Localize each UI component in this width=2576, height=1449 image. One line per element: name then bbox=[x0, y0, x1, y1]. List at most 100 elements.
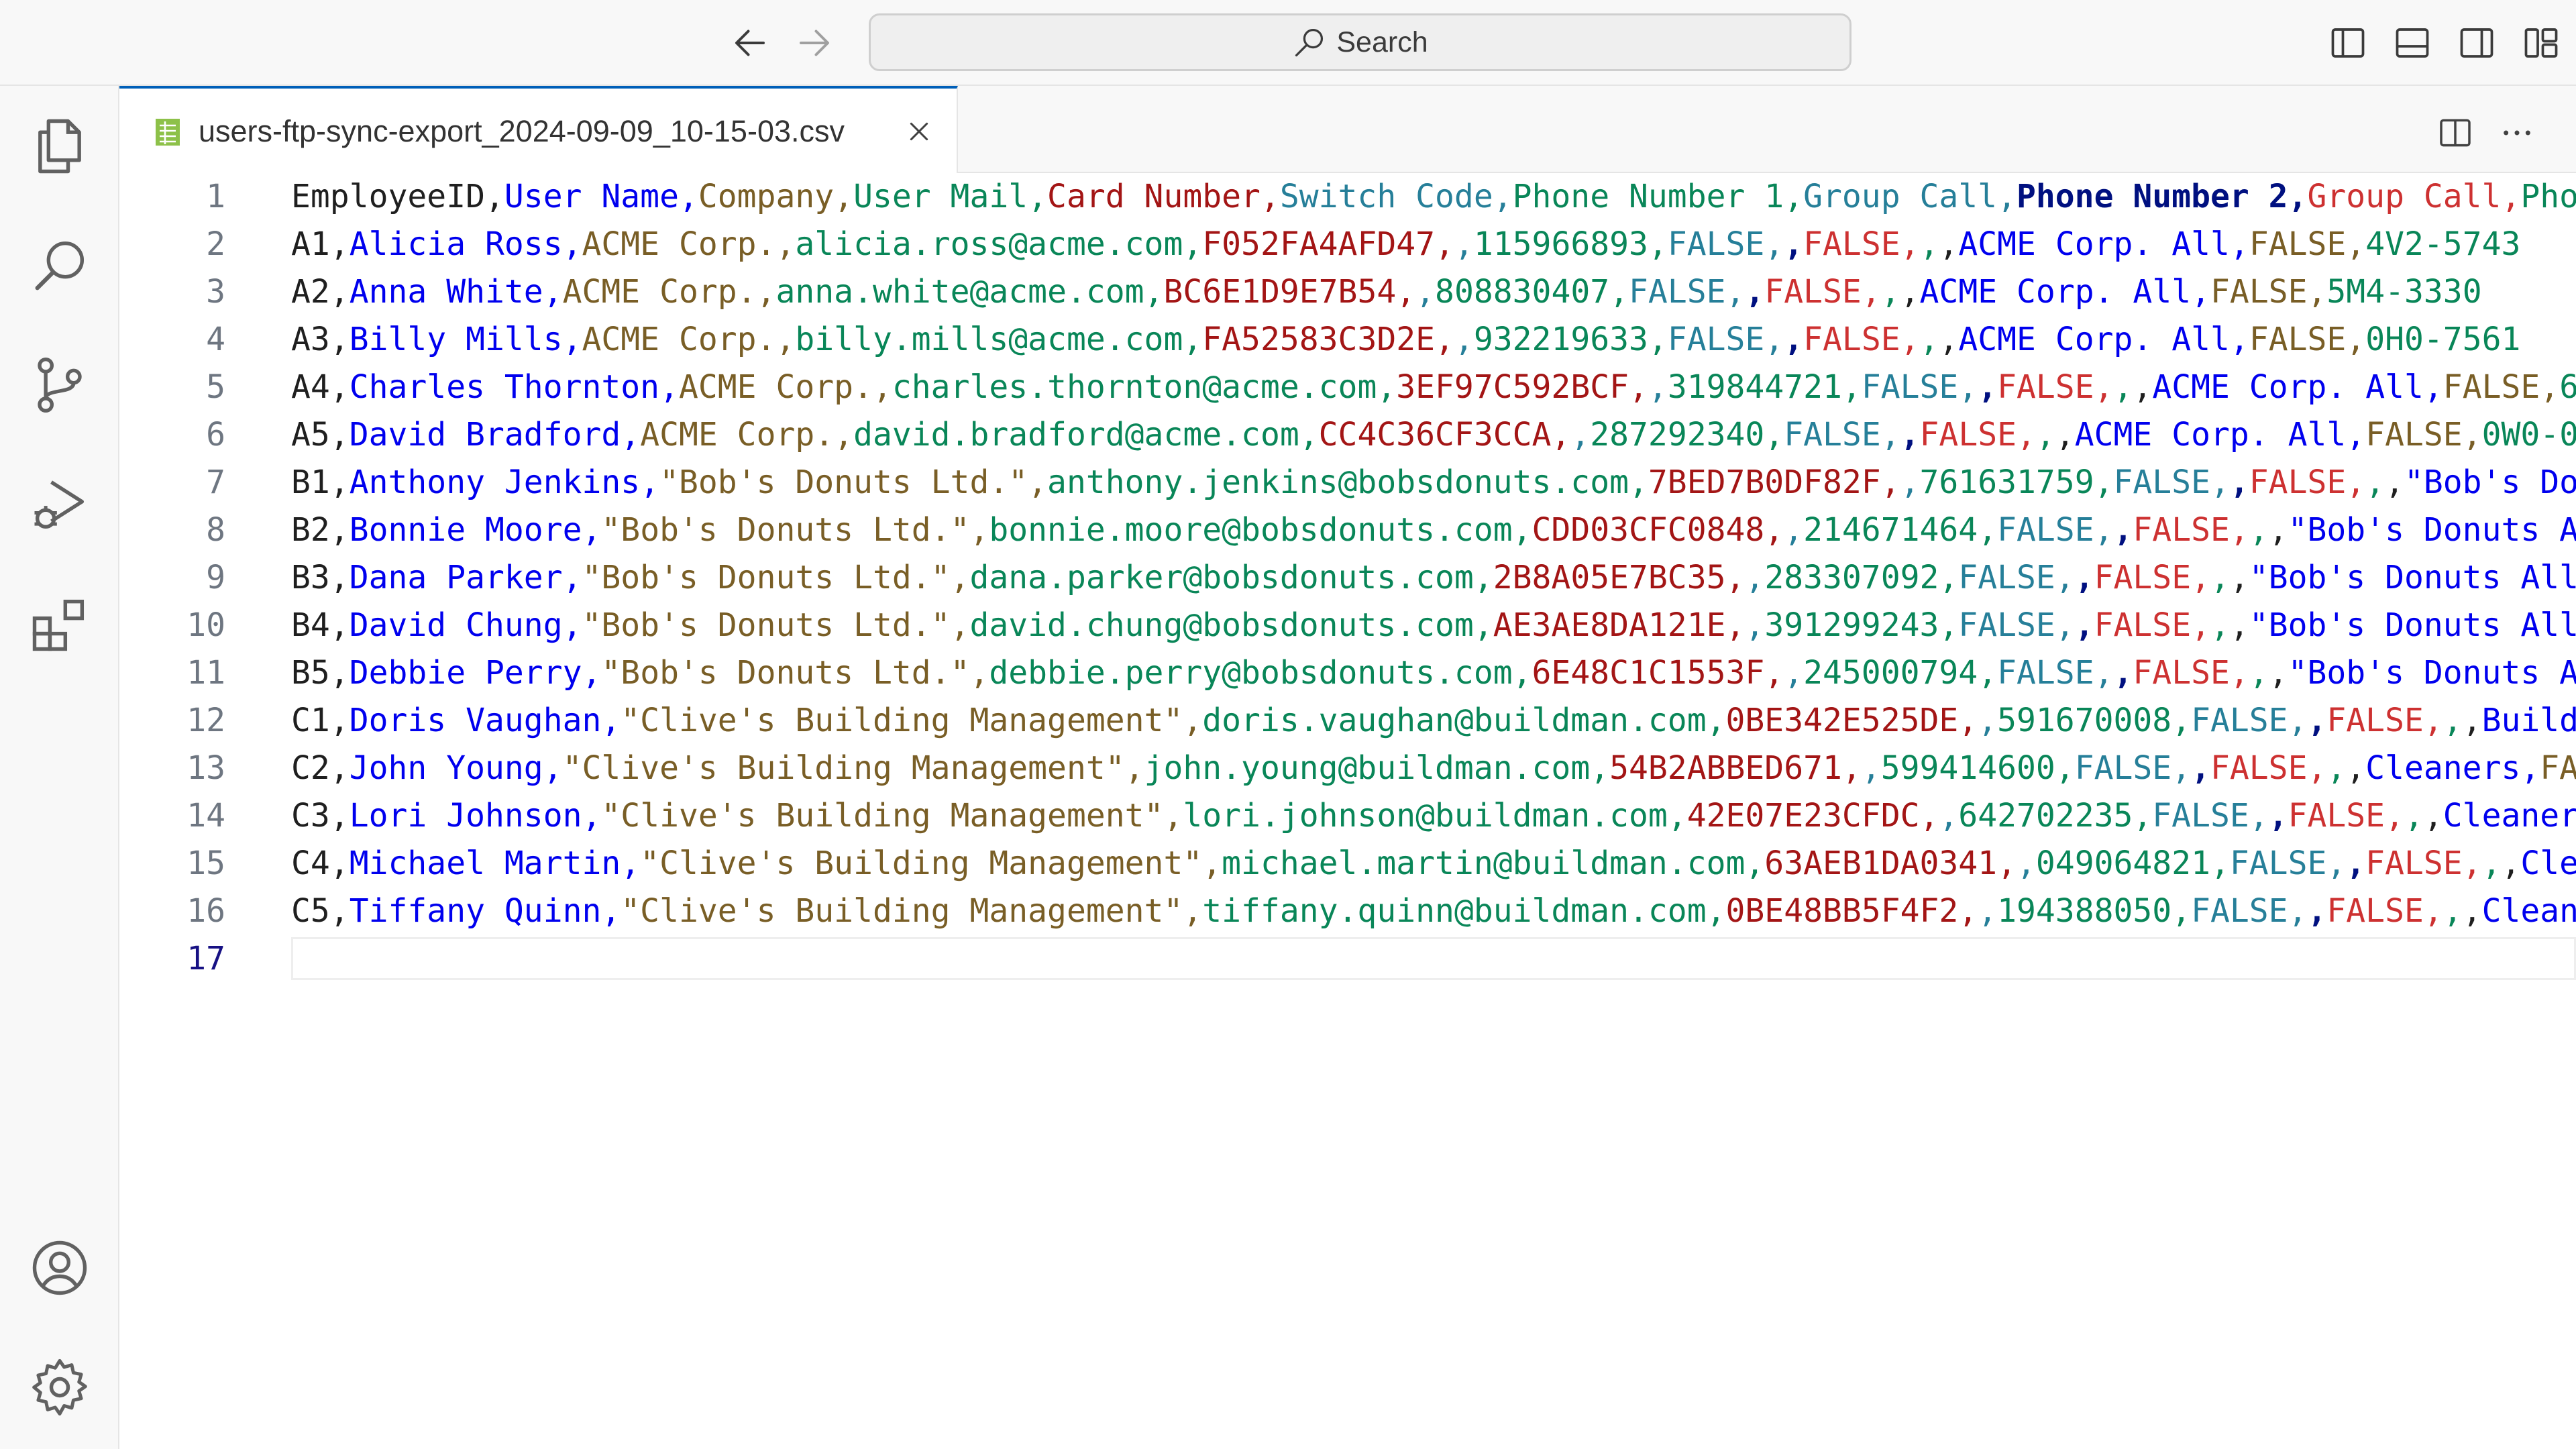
code-line[interactable]: 5 A4,Charles Thornton,ACME Corp.,charles.… bbox=[119, 364, 2576, 411]
csv-cell: FALSE, bbox=[1784, 416, 1900, 453]
csv-cell: , bbox=[2229, 464, 2249, 501]
csv-cell: , bbox=[2346, 749, 2366, 787]
csv-cell: , bbox=[2249, 654, 2269, 692]
csv-cell: Cleaners bbox=[2443, 797, 2576, 835]
csv-cell: Group Call, bbox=[1803, 178, 2017, 215]
csv-cell: FALSE, bbox=[2249, 225, 2366, 263]
code-line[interactable]: 6 A5,David Bradford,ACME Corp.,david.brad… bbox=[119, 411, 2576, 459]
csv-cell: Phon bbox=[2520, 178, 2576, 215]
source-control-icon[interactable] bbox=[26, 352, 93, 419]
code-line[interactable]: 8 B2,Bonnie Moore,"Bob's Donuts Ltd.",bon… bbox=[119, 506, 2576, 554]
csv-cell: FALSE, bbox=[1667, 321, 1784, 358]
csv-cell: C5, bbox=[291, 892, 350, 930]
csv-cell: FALSE, bbox=[2249, 464, 2366, 501]
csv-cell: , bbox=[2462, 702, 2482, 739]
code-line[interactable]: 11 B5,Debbie Perry,"Bob's Donuts Ltd.",de… bbox=[119, 649, 2576, 697]
csv-cell: B5, bbox=[291, 654, 350, 692]
close-icon[interactable] bbox=[906, 118, 932, 145]
csv-cell: FALSE, bbox=[1629, 273, 1746, 311]
csv-cell: FALSE, bbox=[2210, 273, 2327, 311]
csv-cell: ACME Corp., bbox=[562, 273, 776, 311]
extensions-icon[interactable] bbox=[26, 590, 93, 657]
code-line[interactable]: 13 C2,John Young,"Clive's Building Manage… bbox=[119, 745, 2576, 792]
csv-cell: C2, bbox=[291, 749, 350, 787]
csv-cell: , bbox=[2423, 797, 2443, 835]
line-content: C1,Doris Vaughan,"Clive's Building Manag… bbox=[291, 697, 2576, 745]
csv-cell: B1, bbox=[291, 464, 350, 501]
csv-cell: "Clive's Building Management", bbox=[562, 749, 1144, 787]
csv-cell: Doris Vaughan, bbox=[349, 702, 621, 739]
csv-cell: 642702235, bbox=[1958, 797, 2153, 835]
line-number: 1 bbox=[206, 178, 225, 215]
csv-cell: CDD03CFC0848, bbox=[1532, 511, 1784, 549]
csv-cell: , bbox=[2210, 606, 2230, 644]
csv-cell: "Bob's Donuts Al bbox=[2288, 511, 2576, 549]
line-content: B2,Bonnie Moore,"Bob's Donuts Ltd.",bonn… bbox=[291, 506, 2576, 554]
code-line[interactable]: 3 A2,Anna White,ACME Corp.,anna.white@acm… bbox=[119, 268, 2576, 316]
code-line[interactable]: 15 C4,Michael Martin,"Clive's Building Ma… bbox=[119, 840, 2576, 888]
code-line[interactable]: 12 C1,Doris Vaughan,"Clive's Building Man… bbox=[119, 697, 2576, 745]
code-line[interactable]: 10 B4,David Chung,"Bob's Donuts Ltd.",dav… bbox=[119, 602, 2576, 649]
csv-cell: ACME Corp. All, bbox=[1958, 321, 2249, 358]
csv-cell: FALSE, bbox=[2210, 749, 2327, 787]
csv-cell: FALSE, bbox=[1919, 416, 2036, 453]
settings-gear-icon[interactable] bbox=[26, 1354, 93, 1421]
code-line[interactable]: 4 A3,Billy Mills,ACME Corp.,billy.mills@a… bbox=[119, 316, 2576, 364]
csv-cell: Debbie Perry, bbox=[349, 654, 602, 692]
csv-cell: , bbox=[1745, 273, 1765, 311]
code-line[interactable]: 14 C3,Lori Johnson,"Clive's Building Mana… bbox=[119, 792, 2576, 840]
line-content: B3,Dana Parker,"Bob's Donuts Ltd.",dana.… bbox=[291, 554, 2576, 602]
customize-layout-icon[interactable] bbox=[2521, 23, 2561, 63]
code-line[interactable]: 9 B3,Dana Parker,"Bob's Donuts Ltd.",dana… bbox=[119, 554, 2576, 602]
toggle-panel-icon[interactable] bbox=[2392, 23, 2432, 63]
tab-csv-file[interactable]: users-ftp-sync-export_2024-09-09_10-15-0… bbox=[119, 86, 958, 173]
csv-cell: anna.white@acme.com, bbox=[775, 273, 1164, 311]
csv-cell: john.young@buildman.com, bbox=[1144, 749, 1610, 787]
csv-cell: 194388050, bbox=[1997, 892, 2192, 930]
csv-cell: Cleane bbox=[2481, 892, 2576, 930]
line-number: 3 bbox=[206, 273, 225, 311]
csv-cell: , bbox=[2133, 368, 2153, 406]
code-line[interactable]: 1 EmployeeID,User Name,Company,User Mail,… bbox=[119, 173, 2576, 221]
csv-cell: FALSE, bbox=[1764, 273, 1881, 311]
split-editor-icon[interactable] bbox=[2436, 114, 2474, 152]
search-label: Search bbox=[1336, 25, 1428, 58]
back-arrow-icon[interactable] bbox=[730, 23, 770, 63]
csv-cell: A5, bbox=[291, 416, 350, 453]
csv-cell: Billy Mills, bbox=[349, 321, 582, 358]
line-content: C4,Michael Martin,"Clive's Building Mana… bbox=[291, 840, 2576, 888]
csv-cell: 591670008, bbox=[1997, 702, 2192, 739]
csv-cell: A1, bbox=[291, 225, 350, 263]
csv-cell: , bbox=[2462, 892, 2482, 930]
csv-cell: , bbox=[2268, 797, 2288, 835]
toggle-primary-sidebar-icon[interactable] bbox=[2328, 23, 2368, 63]
search-icon[interactable] bbox=[26, 232, 93, 299]
code-line[interactable]: 7 B1,Anthony Jenkins,"Bob's Donuts Ltd.",… bbox=[119, 459, 2576, 506]
csv-cell: , bbox=[1900, 273, 1920, 311]
editor-text-area[interactable]: 1 EmployeeID,User Name,Company,User Mail,… bbox=[119, 173, 2576, 1449]
csv-cell: 214671464, bbox=[1803, 511, 1998, 549]
files-icon[interactable] bbox=[26, 113, 93, 180]
csv-cell: , bbox=[1648, 368, 1668, 406]
csv-cell: , bbox=[1784, 511, 1804, 549]
csv-cell: Phone Number 1, bbox=[1512, 178, 1804, 215]
csv-cell: John Young, bbox=[349, 749, 563, 787]
csv-cell: "Bob's Donuts Ltd.", bbox=[582, 559, 970, 596]
code-line[interactable]: 17 bbox=[119, 935, 2576, 983]
command-center-search[interactable]: Search bbox=[869, 13, 1851, 71]
line-number: 17 bbox=[186, 940, 225, 977]
code-line[interactable]: 16 C5,Tiffany Quinn,"Clive's Building Man… bbox=[119, 888, 2576, 935]
csv-cell: FA52583C3D2E, bbox=[1202, 321, 1454, 358]
csv-cell: david.bradford@acme.com, bbox=[853, 416, 1319, 453]
csv-cell: B2, bbox=[291, 511, 350, 549]
toggle-secondary-sidebar-icon[interactable] bbox=[2457, 23, 2497, 63]
forward-arrow-icon[interactable] bbox=[794, 23, 835, 63]
more-actions-icon[interactable] bbox=[2498, 114, 2536, 152]
account-icon[interactable] bbox=[26, 1234, 93, 1301]
csv-cell: 2B8A05E7BC35, bbox=[1493, 559, 1746, 596]
run-debug-icon[interactable] bbox=[26, 471, 93, 538]
code-line[interactable]: 2 A1,Alicia Ross,ACME Corp.,alicia.ross@a… bbox=[119, 221, 2576, 268]
csv-cell: A2, bbox=[291, 273, 350, 311]
csv-cell: doris.vaughan@buildman.com, bbox=[1202, 702, 1726, 739]
csv-cell: , bbox=[2113, 368, 2133, 406]
